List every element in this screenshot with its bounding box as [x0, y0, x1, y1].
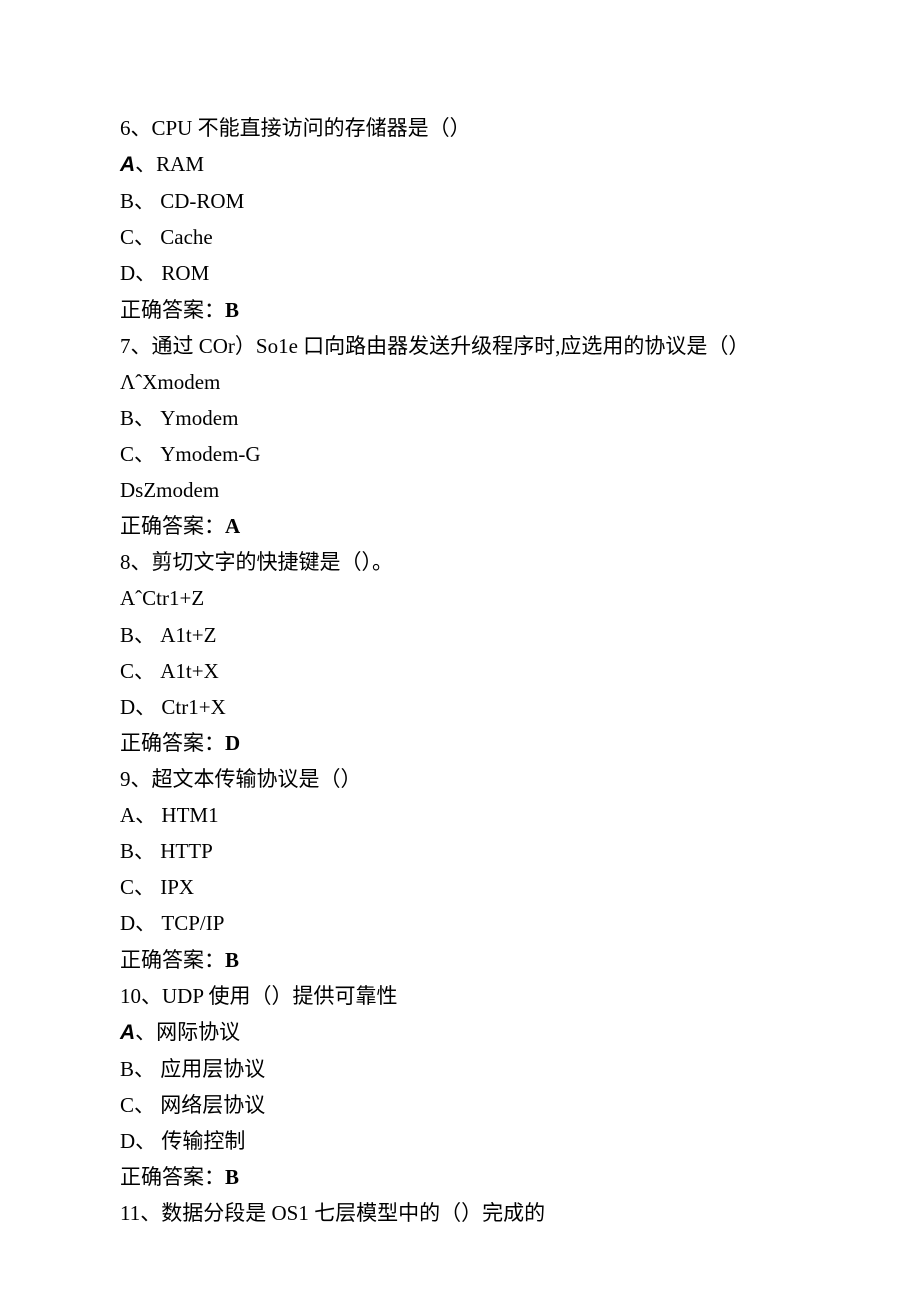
question-stem: 8、剪切文字的快捷键是（）。 — [120, 544, 800, 580]
option-c: C、 A1t+X — [120, 653, 800, 689]
answer-line: 正确答案：B — [120, 292, 800, 328]
answer-value: A — [225, 514, 240, 538]
option-a-prefix: A — [120, 1021, 135, 1044]
answer-value: B — [225, 948, 239, 972]
answer-label: 正确答案： — [120, 948, 225, 972]
option-a-text: RAM — [156, 152, 204, 176]
answer-value: D — [225, 731, 240, 755]
option-a-prefix: A — [120, 153, 135, 176]
question-stem: 10、UDP 使用（）提供可靠性 — [120, 978, 800, 1014]
option-d: DsZmodem — [120, 472, 800, 508]
option-d: D、 ROM — [120, 255, 800, 291]
option-d: D、 传输控制 — [120, 1123, 800, 1159]
answer-label: 正确答案： — [120, 514, 225, 538]
question-stem: 9、超文本传输协议是（） — [120, 761, 800, 797]
answer-line: 正确答案：B — [120, 1159, 800, 1195]
answer-line: 正确答案：D — [120, 725, 800, 761]
option-c: C、 IPX — [120, 869, 800, 905]
option-a-text: 网际协议 — [156, 1020, 240, 1044]
answer-value: B — [225, 298, 239, 322]
answer-label: 正确答案： — [120, 1165, 225, 1189]
option-b: B、 HTTP — [120, 833, 800, 869]
question-stem: 6、CPU 不能直接访问的存储器是（） — [120, 110, 800, 146]
option-a: A、网际协议 — [120, 1014, 800, 1051]
option-a: A、 HTM1 — [120, 797, 800, 833]
answer-label: 正确答案： — [120, 298, 225, 322]
option-b: B、 Ymodem — [120, 400, 800, 436]
option-c: C、 Cache — [120, 219, 800, 255]
answer-line: 正确答案：B — [120, 942, 800, 978]
option-a: AˆCtr1+Z — [120, 580, 800, 616]
answer-label: 正确答案： — [120, 731, 225, 755]
option-b: B、 A1t+Z — [120, 617, 800, 653]
answer-value: B — [225, 1165, 239, 1189]
option-a: A、RAM — [120, 146, 800, 183]
option-c: C、 网络层协议 — [120, 1087, 800, 1123]
question-stem: 7、通过 COr）So1e 口向路由器发送升级程序时,应选用的协议是（） — [120, 328, 800, 364]
option-a: ΛˆXmodem — [120, 364, 800, 400]
question-stem: 11、数据分段是 OS1 七层模型中的（）完成的 — [120, 1195, 800, 1231]
option-a-sep: 、 — [135, 1020, 156, 1044]
option-c: C、 Ymodem-G — [120, 436, 800, 472]
option-d: D、 TCP/IP — [120, 905, 800, 941]
option-d: D、 Ctr1+X — [120, 689, 800, 725]
option-a-sep: 、 — [135, 152, 156, 176]
answer-line: 正确答案：A — [120, 508, 800, 544]
document-page: 6、CPU 不能直接访问的存储器是（） A、RAM B、 CD-ROM C、 C… — [0, 0, 920, 1291]
option-b: B、 CD-ROM — [120, 183, 800, 219]
option-b: B、 应用层协议 — [120, 1051, 800, 1087]
